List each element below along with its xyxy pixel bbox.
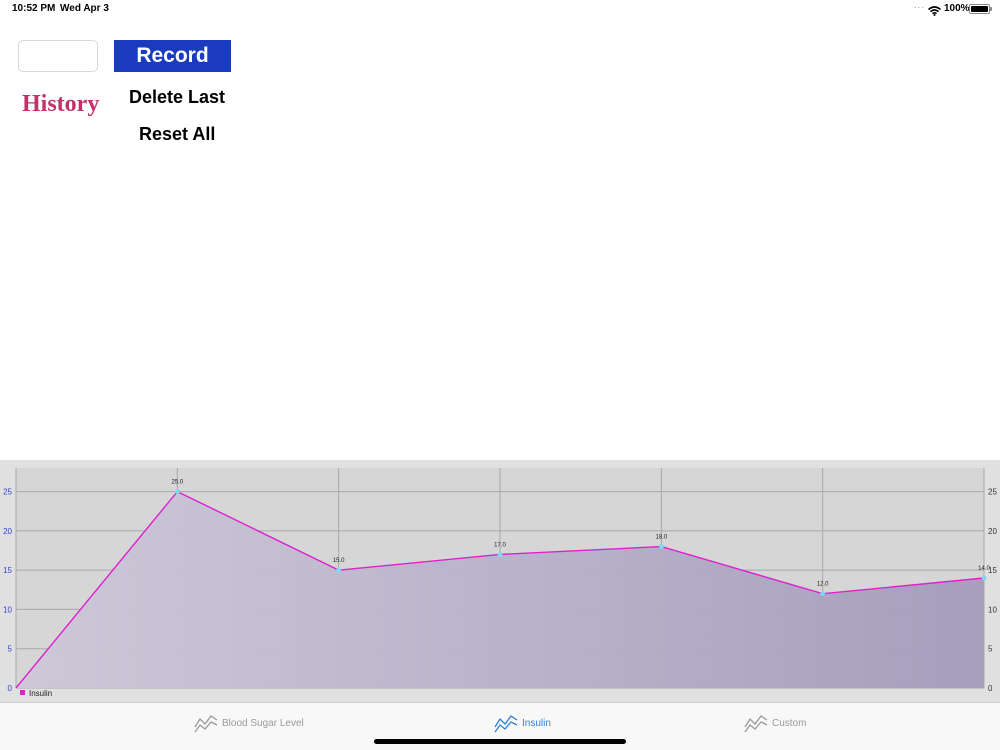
y-tick-label-left: 5: [8, 645, 13, 654]
legend-label: Insulin: [29, 689, 52, 698]
status-date: Wed Apr 3: [60, 3, 109, 14]
tab-label: Blood Sugar Level: [222, 717, 304, 729]
delete-last-button[interactable]: Delete Last: [129, 87, 225, 108]
data-point: [336, 567, 342, 573]
data-point: [981, 575, 987, 581]
y-tick-label-left: 10: [3, 605, 12, 614]
data-point: [497, 552, 503, 557]
line-chart-icon: [744, 715, 768, 733]
status-time: 10:52 PM: [12, 3, 56, 14]
y-tick-label-left: 20: [3, 527, 12, 536]
y-tick-label-left: 0: [8, 684, 13, 693]
data-label: 15.0: [333, 558, 345, 564]
history-link[interactable]: History: [22, 91, 99, 118]
tab-blood-sugar-level[interactable]: Blood Sugar Level: [194, 711, 304, 735]
y-tick-label-right: 10: [988, 605, 997, 614]
wifi-icon: [927, 3, 942, 21]
y-tick-label-right: 5: [988, 645, 993, 654]
status-bar: 10:52 PM Wed Apr 3 ··· 100%: [0, 0, 1000, 18]
y-tick-label-right: 20: [988, 527, 997, 536]
data-label: 18.0: [655, 535, 667, 541]
legend-swatch: [20, 690, 25, 695]
y-tick-label-left: 25: [3, 488, 12, 497]
data-point: [174, 489, 180, 494]
battery-tip: [990, 7, 992, 11]
data-label: 12.0: [817, 582, 829, 588]
data-point: [658, 544, 664, 549]
y-tick-label-right: 0: [988, 684, 993, 693]
multitasking-dots-icon: ···: [914, 3, 925, 12]
line-chart-icon: [494, 715, 518, 733]
chart-svg: 0 05 510 1015 1520 2025 2525.015.017.018.012.0…: [3, 468, 997, 698]
line-chart-icon: [194, 715, 218, 733]
data-label: 25.0: [171, 480, 183, 486]
value-input[interactable]: [18, 40, 98, 72]
tab-label: Insulin: [522, 717, 551, 729]
battery-percent: 100%: [944, 3, 970, 14]
y-tick-label-left: 15: [3, 566, 12, 575]
tab-insulin[interactable]: Insulin: [494, 711, 551, 735]
tab-custom[interactable]: Custom: [744, 711, 806, 735]
data-point: [820, 591, 826, 597]
y-tick-label-right: 25: [988, 488, 997, 497]
data-label: 17.0: [494, 542, 506, 548]
data-label: 14.0: [978, 566, 990, 572]
insulin-chart[interactable]: 0 0 5 5 10 10 15 15 20 20 25 25 25.0 15.0 17.0 18.0 12.0…: [0, 460, 1000, 702]
record-button[interactable]: Record: [114, 40, 231, 72]
home-indicator: [374, 739, 626, 744]
battery-icon: [969, 4, 990, 14]
tab-label: Custom: [772, 717, 807, 729]
reset-all-button[interactable]: Reset All: [139, 124, 215, 145]
